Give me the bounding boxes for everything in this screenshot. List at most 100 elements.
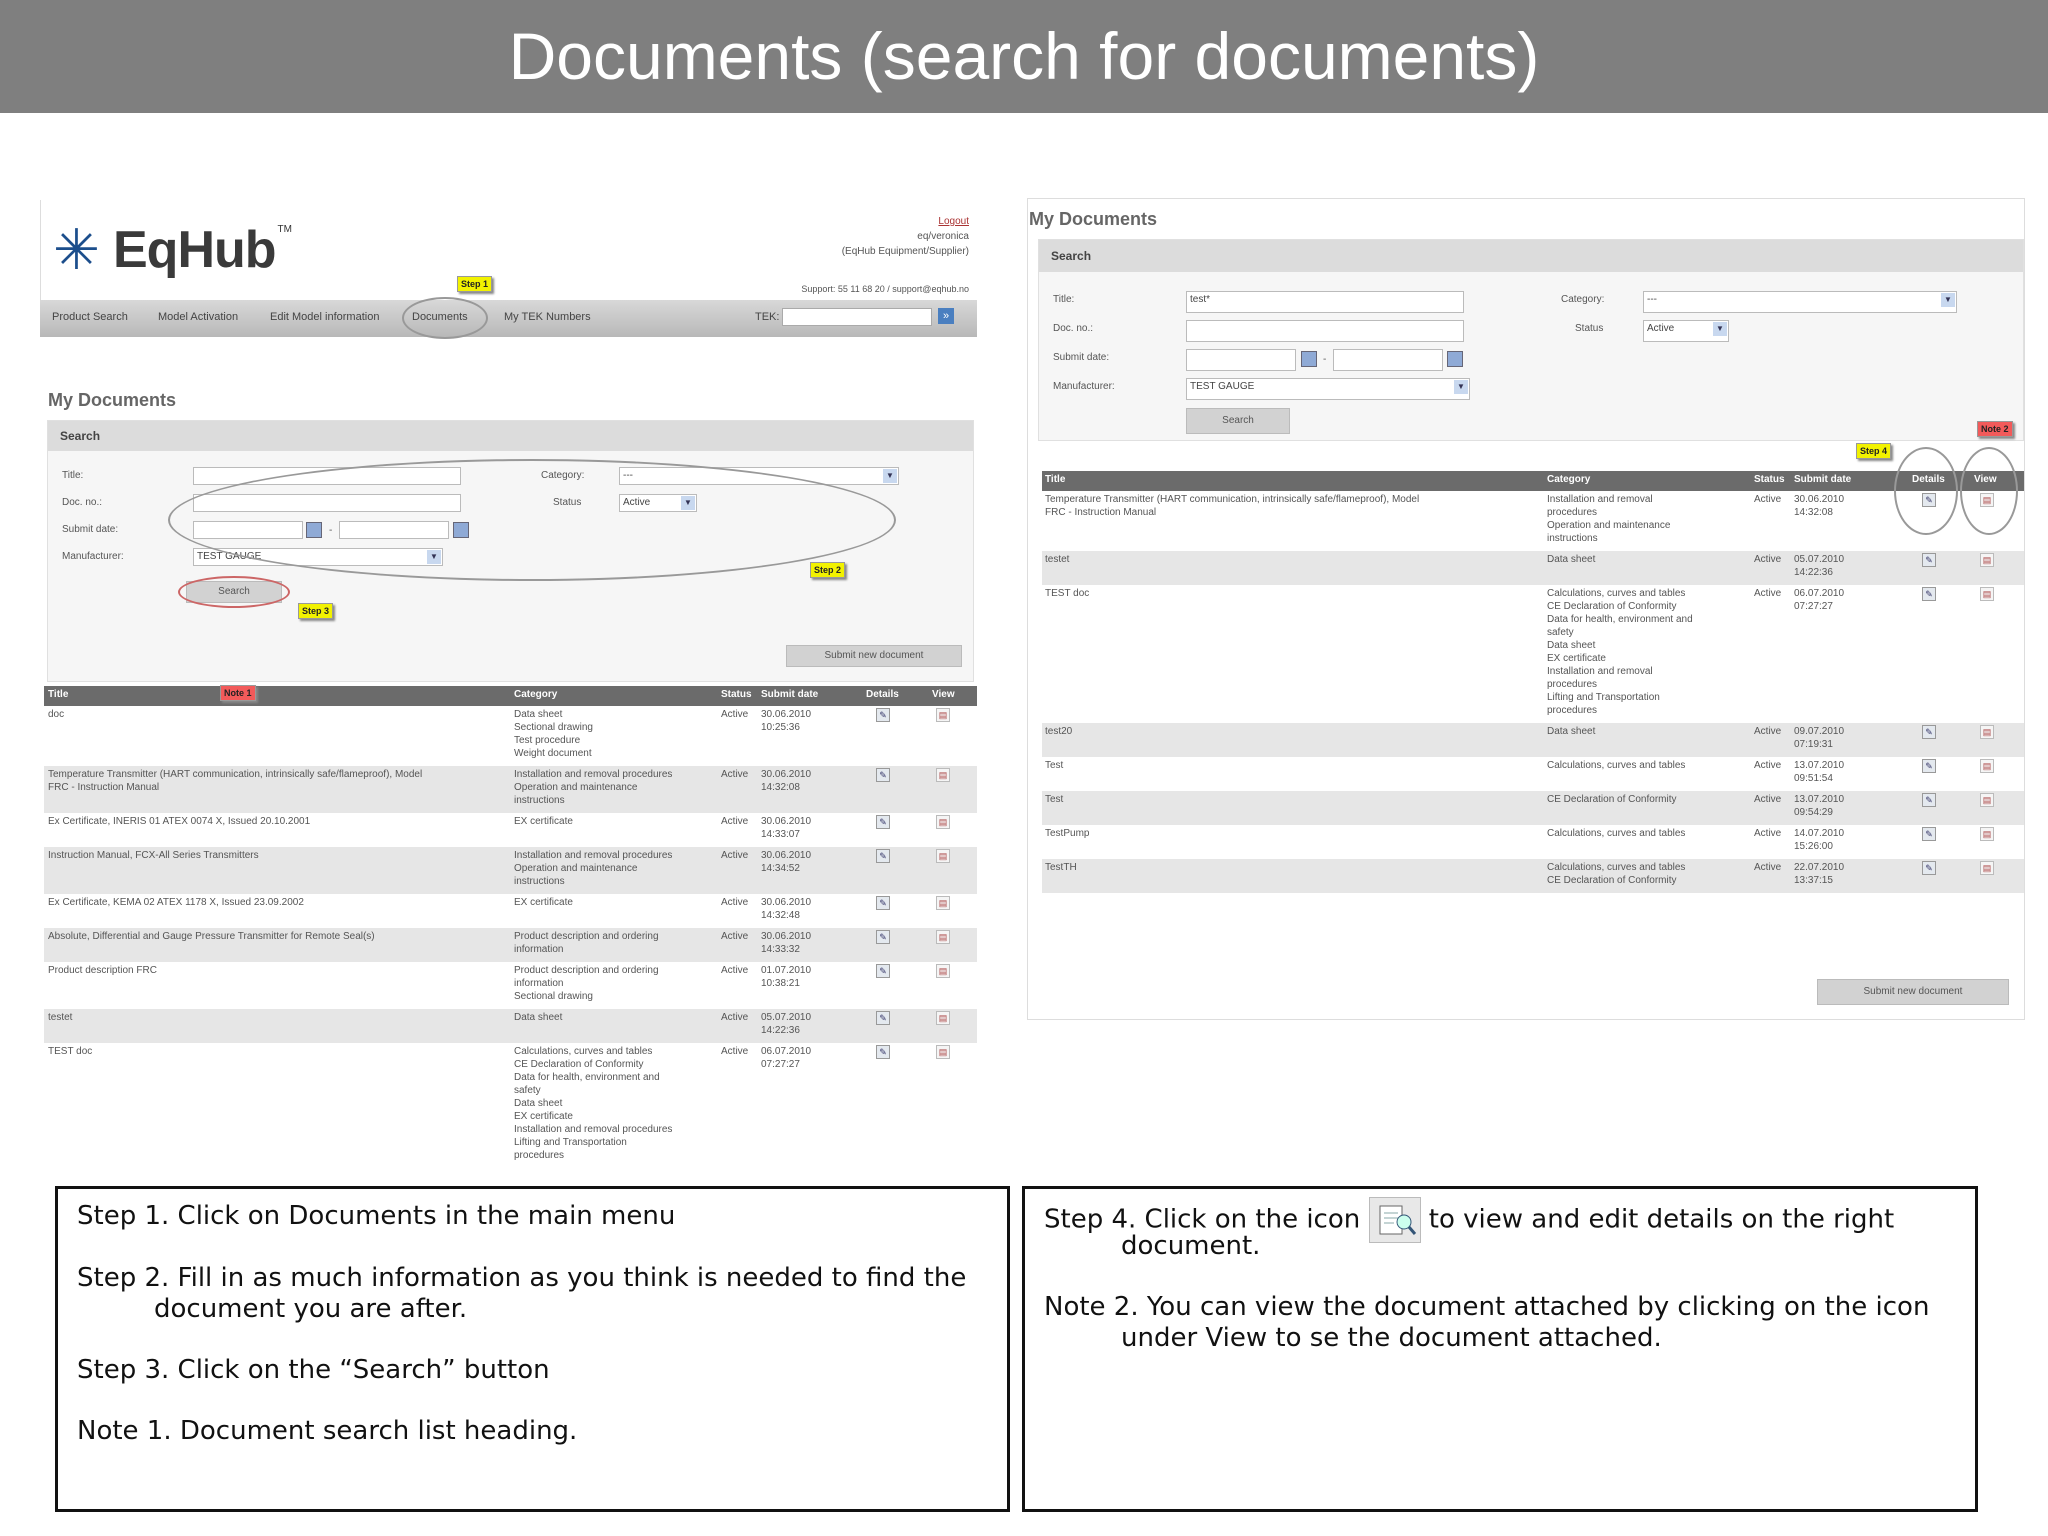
col-title[interactable]: Title [1045,474,1065,485]
details-edit-icon[interactable]: ✎ [876,896,890,910]
tek-search-input[interactable] [782,308,932,326]
submit-date-label: Submit date: [62,524,119,535]
note1-text: Note 1. Document search list heading. [77,1416,578,1446]
view-document-icon[interactable]: ▤ [1980,827,1994,841]
row-title[interactable]: TestTH [1045,861,1077,874]
view-document-icon[interactable]: ▤ [1980,759,1994,773]
col-status[interactable]: Status [1754,474,1785,485]
view-document-icon[interactable]: ▤ [1980,587,1994,601]
details-edit-icon[interactable]: ✎ [1922,793,1936,807]
instructions-box-left: Step 1. Click on Documents in the main m… [55,1186,1010,1512]
col-status[interactable]: Status [721,689,752,700]
view-document-icon[interactable]: ▤ [936,768,950,782]
logout-link[interactable]: Logout [842,214,969,229]
row-title[interactable]: Test [1045,759,1063,772]
eqhub-logo: ✳ EqHub TM [53,218,292,281]
row-submit-date: 22.07.2010 13:37:15 [1794,862,1845,886]
step1-text: Step 1. Click on Documents in the main m… [77,1201,676,1231]
tek-search-go-icon[interactable]: » [938,308,954,324]
view-document-icon[interactable]: ▤ [936,896,950,910]
col-category[interactable]: Category [514,689,557,700]
col-title[interactable]: Title [48,689,68,700]
details-edit-icon[interactable]: ✎ [1922,553,1936,567]
row-title[interactable]: Ex Certificate, KEMA 02 ATEX 1178 X, Iss… [48,896,304,909]
title-label: Title: [62,470,84,481]
table-row: test20 Data sheet Active 09.07.2010 07:19:3… [1042,723,2024,757]
row-title[interactable]: Product description FRC [48,964,157,977]
row-submit-date: 13.07.2010 09:54:29 [1794,794,1845,818]
manufacturer-select[interactable]: TEST GAUGE ▼ [1186,378,1470,400]
row-title[interactable]: Temperature Transmitter (HART communicat… [48,768,422,794]
my-documents-heading: My Documents [1029,209,1158,229]
calendar-icon[interactable] [1447,351,1463,367]
view-document-icon[interactable]: ▤ [1980,793,1994,807]
view-document-icon[interactable]: ▤ [936,1045,950,1059]
details-edit-icon[interactable]: ✎ [1922,759,1936,773]
view-document-icon[interactable]: ▤ [936,849,950,863]
view-document-icon[interactable]: ▤ [936,964,950,978]
row-title[interactable]: Temperature Transmitter (HART communicat… [1045,493,1419,519]
col-category[interactable]: Category [1547,474,1590,485]
view-document-icon[interactable]: ▤ [936,930,950,944]
status-select[interactable]: Active ▼ [1643,320,1729,342]
row-category: Installation and removal procedures Oper… [1547,494,1671,544]
col-submit-date[interactable]: Submit date [761,689,818,700]
row-status: Active [721,1012,749,1023]
slide-title: Documents (search for documents) [508,19,1540,93]
row-status: Active [721,850,749,861]
calendar-icon[interactable] [1301,351,1317,367]
left-screenshot: ✳ EqHub TM Logout eq/veronica (EqHub Equ… [40,200,977,1185]
note2-highlight-circle [1960,447,2018,535]
view-document-icon[interactable]: ▤ [1980,861,1994,875]
details-edit-icon[interactable]: ✎ [876,708,890,722]
row-title[interactable]: test20 [1045,725,1072,738]
view-document-icon[interactable]: ▤ [936,815,950,829]
step4-tag: Step 4 [1856,443,1892,459]
row-title[interactable]: doc [48,708,64,721]
nav-edit-model-information[interactable]: Edit Model information [270,311,379,323]
title-input[interactable]: test* [1186,291,1464,313]
view-document-icon[interactable]: ▤ [1980,725,1994,739]
details-edit-icon[interactable]: ✎ [876,815,890,829]
note1-tag: Note 1 [220,685,256,701]
manufacturer-label: Manufacturer: [1053,381,1115,392]
view-document-icon[interactable]: ▤ [1980,553,1994,567]
nav-model-activation[interactable]: Model Activation [158,311,238,323]
username: eq/veronica [917,231,969,242]
step4-text-end: to view and edit details on the right [1428,1204,1895,1235]
details-edit-icon[interactable]: ✎ [1922,827,1936,841]
row-title[interactable]: TEST doc [48,1045,92,1058]
submit-new-document-button[interactable]: Submit new document [786,645,962,667]
row-submit-date: 30.06.2010 14:33:07 [761,816,812,840]
details-edit-icon[interactable]: ✎ [1922,725,1936,739]
details-edit-icon[interactable]: ✎ [876,768,890,782]
row-title[interactable]: Test [1045,793,1063,806]
category-select[interactable]: --- ▼ [1643,291,1957,313]
details-edit-icon[interactable]: ✎ [1922,587,1936,601]
details-edit-icon[interactable]: ✎ [1922,861,1936,875]
tek-label: TEK: [755,311,780,323]
details-edit-icon[interactable]: ✎ [876,849,890,863]
details-edit-icon[interactable]: ✎ [876,1045,890,1059]
row-title[interactable]: TEST doc [1045,587,1089,600]
nav-my-tek-numbers[interactable]: My TEK Numbers [504,311,591,323]
details-edit-icon[interactable]: ✎ [876,930,890,944]
search-button[interactable]: Search [1186,408,1290,434]
row-title[interactable]: testet [48,1011,72,1024]
details-edit-icon[interactable]: ✎ [876,1011,890,1025]
submit-date-from-input[interactable] [1186,349,1296,371]
col-submit-date[interactable]: Submit date [1794,474,1851,485]
row-title[interactable]: Instruction Manual, FCX-All Series Trans… [48,849,259,862]
nav-product-search[interactable]: Product Search [52,311,128,323]
view-document-icon[interactable]: ▤ [936,1011,950,1025]
row-title[interactable]: TestPump [1045,827,1089,840]
details-edit-icon[interactable]: ✎ [876,964,890,978]
table-row: Instruction Manual, FCX-All Series Trans… [44,847,977,894]
doc-no-input[interactable] [1186,320,1464,342]
submit-date-to-input[interactable] [1333,349,1443,371]
row-title[interactable]: testet [1045,553,1069,566]
view-document-icon[interactable]: ▤ [936,708,950,722]
row-title[interactable]: Absolute, Differential and Gauge Pressur… [48,930,375,943]
submit-new-document-button[interactable]: Submit new document [1817,979,2009,1005]
row-title[interactable]: Ex Certificate, INERIS 01 ATEX 0074 X, I… [48,815,310,828]
